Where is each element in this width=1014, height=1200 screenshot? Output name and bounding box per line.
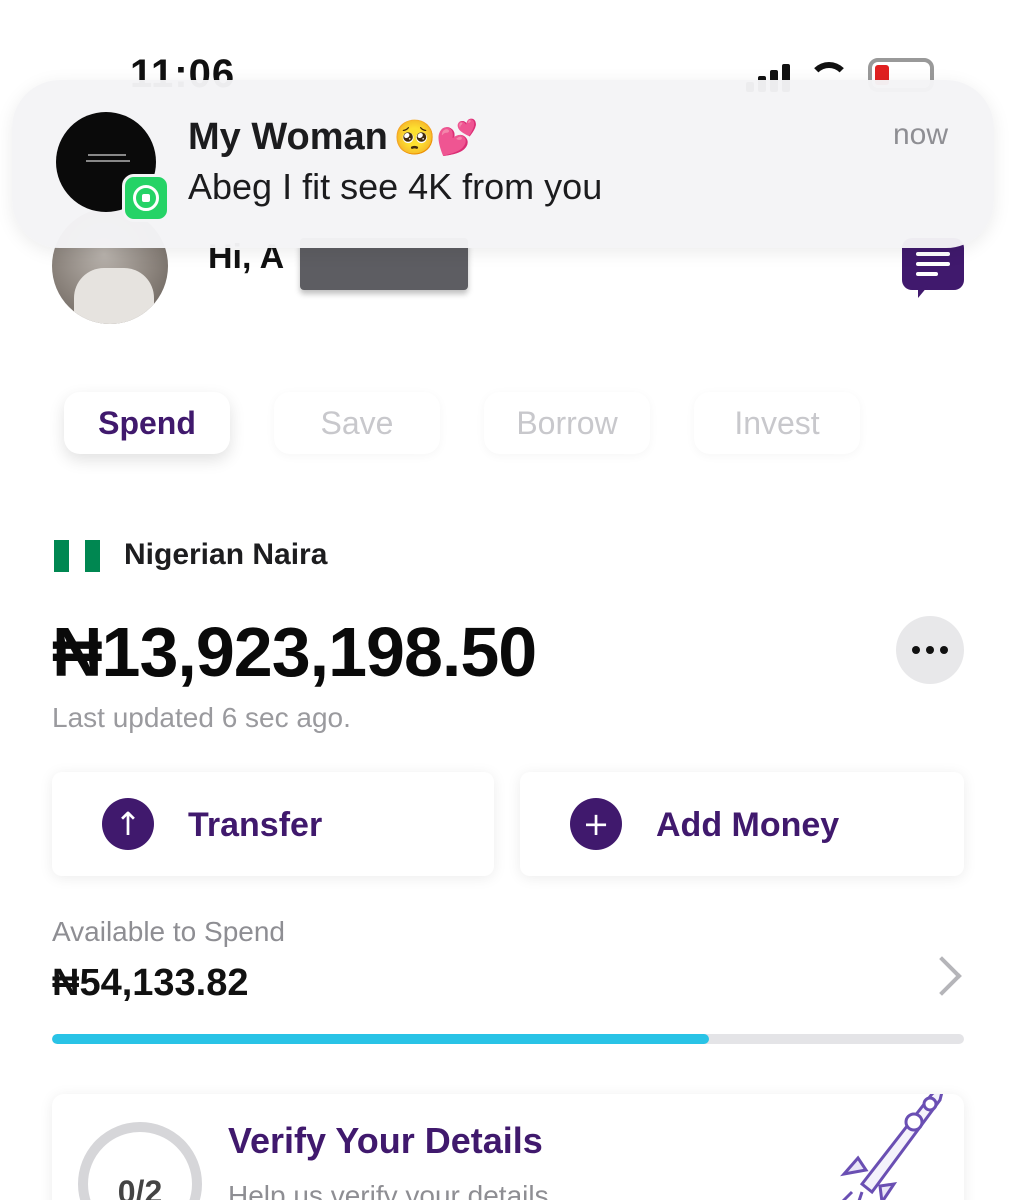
account-balance: ₦13,923,198.50	[52, 613, 537, 691]
tab-borrow[interactable]: Borrow	[484, 392, 650, 454]
notification-banner[interactable]: My Woman 🥺💕 Abeg I fit see 4K from you no…	[12, 80, 994, 248]
tab-invest[interactable]: Invest	[694, 392, 860, 454]
notification-body: Abeg I fit see 4K from you	[188, 166, 603, 207]
transfer-label: Transfer	[188, 806, 323, 844]
spend-progress-bar	[52, 1034, 964, 1044]
notification-title: My Woman 🥺💕	[188, 116, 479, 158]
transfer-button[interactable]: ↑ Transfer	[52, 772, 494, 876]
add-money-button[interactable]: + Add Money	[520, 772, 964, 876]
verify-details-card[interactable]: 0/2 Verify Your Details Help us verify y…	[52, 1094, 964, 1200]
currency-name: Nigerian Naira	[124, 538, 328, 571]
available-label: Available to Spend	[52, 916, 285, 947]
notification-time: now	[892, 118, 948, 151]
more-options-button[interactable]	[896, 616, 964, 684]
spend-progress-fill	[52, 1034, 709, 1044]
nigeria-flag-icon	[54, 540, 100, 572]
verify-progress-ring: 0/2	[78, 1122, 202, 1200]
available-amount[interactable]: ₦54,133.82	[52, 962, 249, 1005]
plus-icon: +	[570, 798, 622, 850]
last-updated: Last updated 6 sec ago.	[52, 702, 351, 733]
rocket-icon	[840, 1094, 944, 1200]
arrow-up-icon: ↑	[102, 798, 154, 850]
tab-spend[interactable]: Spend	[64, 392, 230, 454]
verify-subtitle: Help us verify your details	[228, 1180, 549, 1200]
verify-progress: 0/2	[117, 1174, 163, 1200]
chevron-right-icon[interactable]	[922, 956, 962, 996]
notification-title-emoji: 🥺💕	[393, 118, 479, 158]
whatsapp-icon	[122, 174, 170, 222]
tab-save[interactable]: Save	[274, 392, 440, 454]
verify-title: Verify Your Details	[228, 1120, 543, 1161]
add-money-label: Add Money	[656, 806, 840, 844]
